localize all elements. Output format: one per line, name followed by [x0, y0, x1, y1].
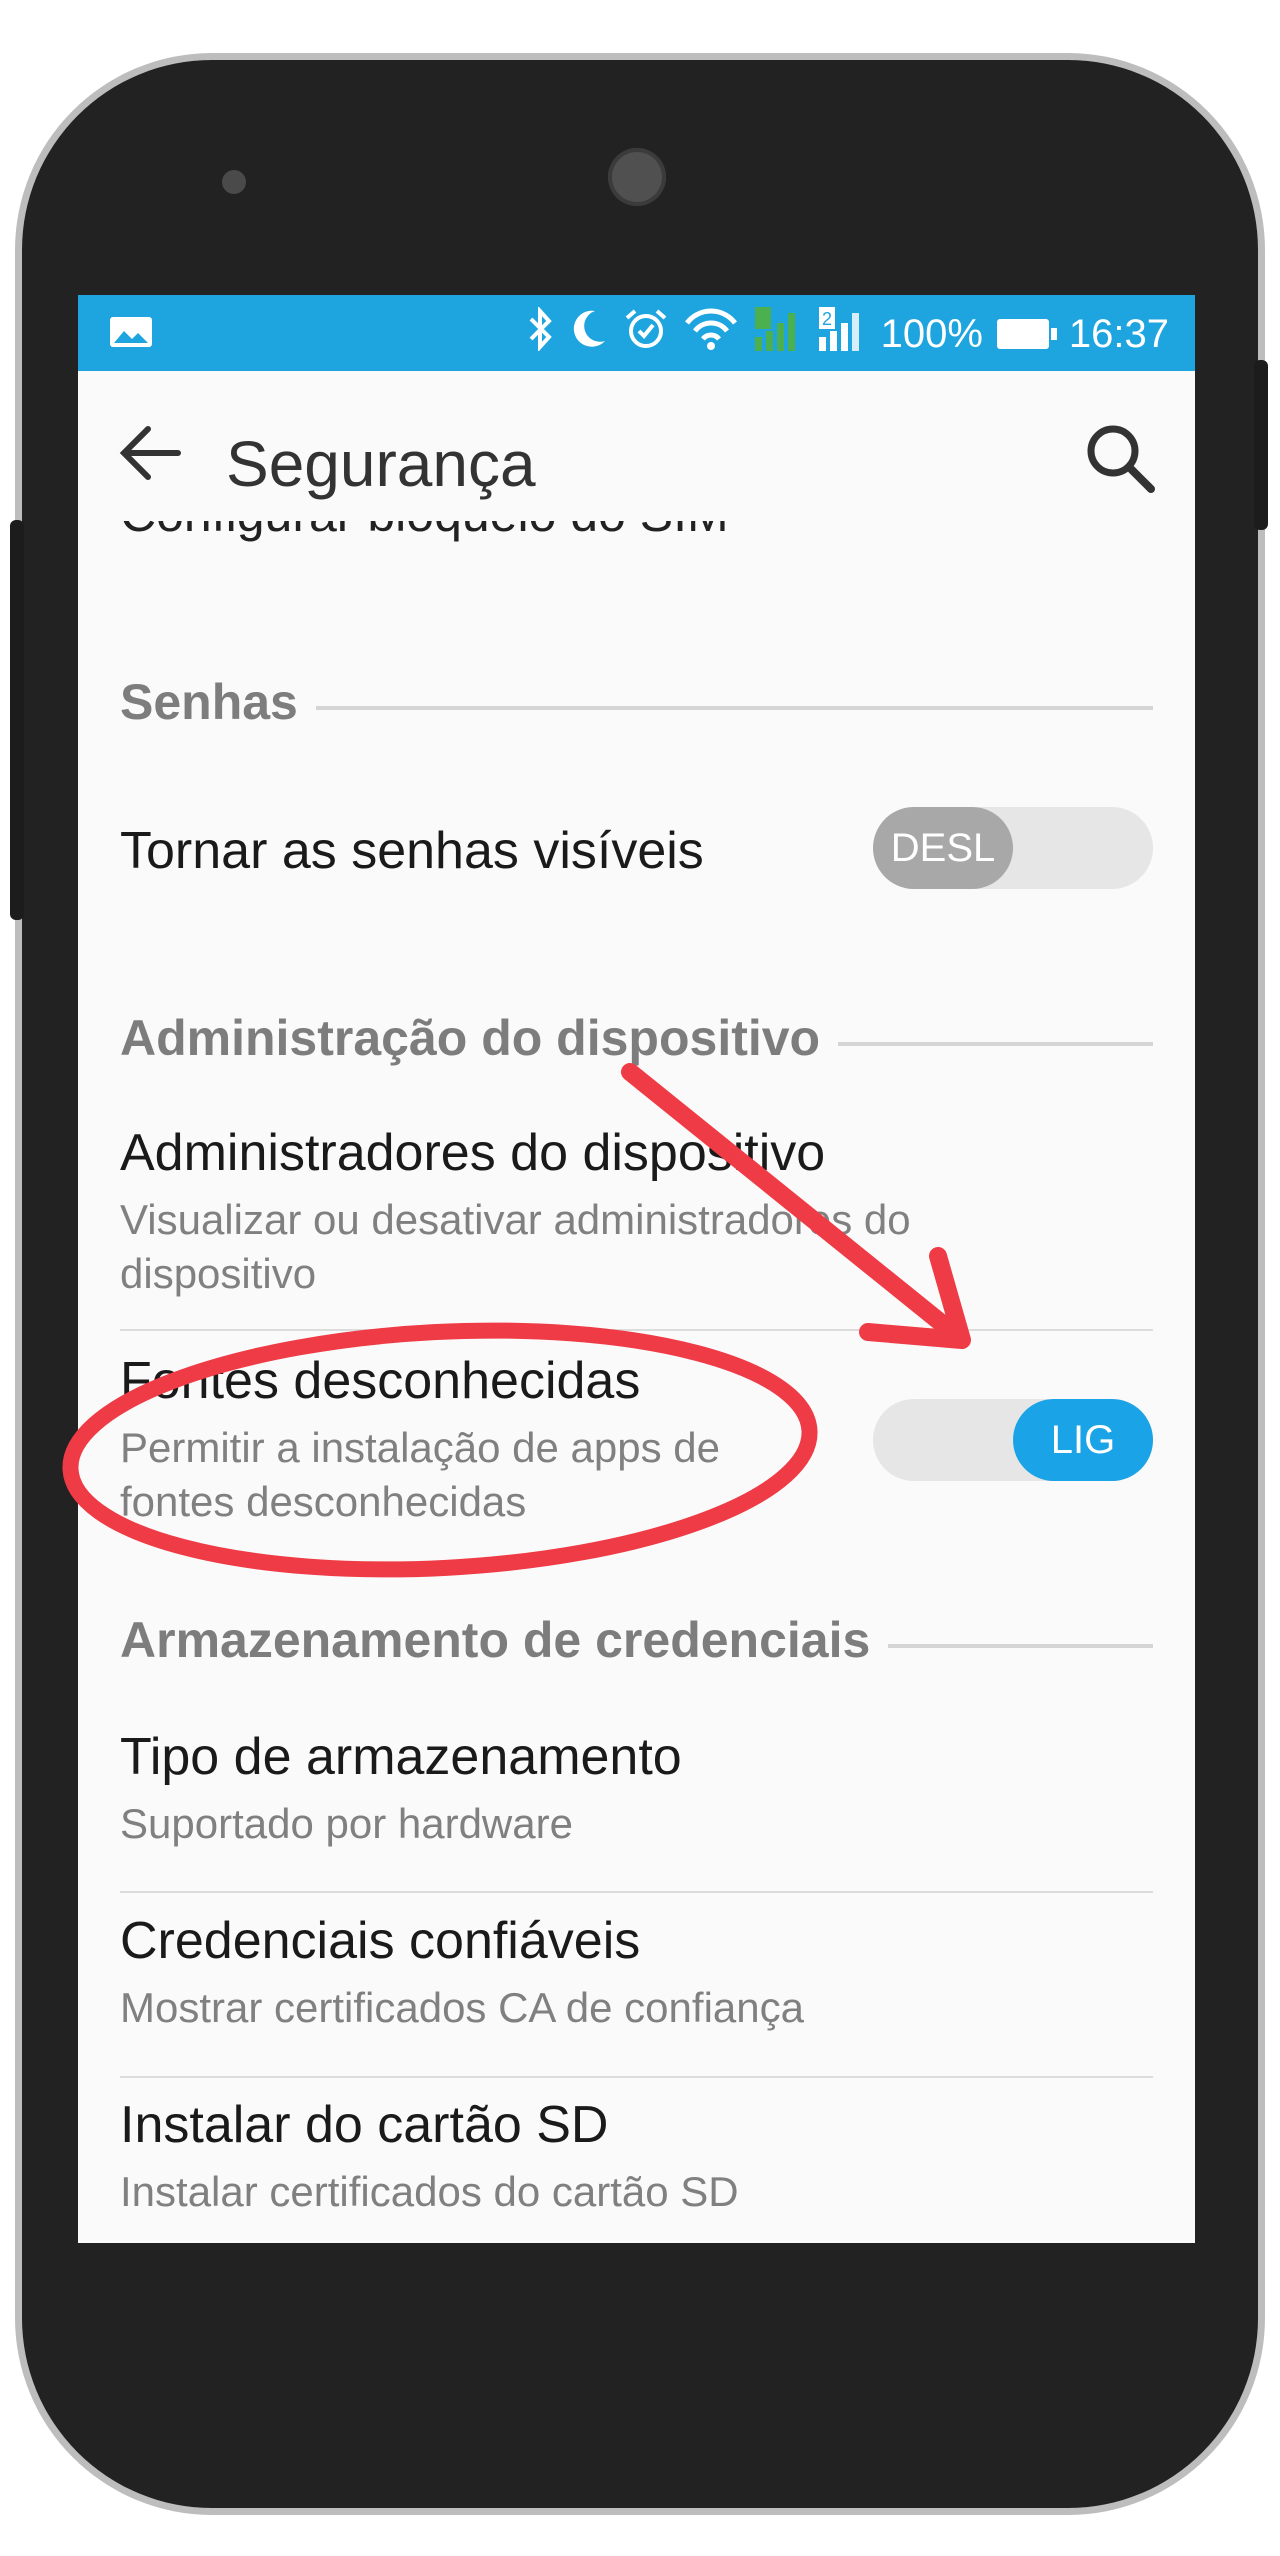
arrow-left-icon[interactable] [118, 421, 182, 490]
unknown-sources-title[interactable]: Fontes desconhecidas [120, 1351, 640, 1411]
install-from-sd-subtitle: Instalar certificados do cartão SD [120, 2168, 739, 2215]
clock: 16:37 [1068, 311, 1169, 356]
list-item-sim-lock[interactable]: Configurar bloqueio do SIM [120, 521, 729, 551]
divider [120, 1891, 1153, 1893]
unknown-sources-subtitle: Permitir a instalação de apps de fontes … [120, 1424, 720, 1525]
page-title: Segurança [226, 428, 536, 500]
battery-icon [996, 319, 1057, 349]
trusted-credentials-subtitle: Mostrar certificados CA de confiança [120, 1984, 804, 2031]
app-bar: Segurança [78, 371, 1195, 521]
install-from-sd-title[interactable]: Instalar do cartão SD [120, 2095, 608, 2155]
bluetooth-icon [525, 305, 555, 361]
wifi-icon [683, 307, 739, 361]
show-passwords-label[interactable]: Tornar as senhas visíveis [120, 821, 704, 881]
show-passwords-toggle[interactable]: DESL [873, 807, 1153, 889]
phone-frame: 2 100% 16:37 Segurança Configurar bloque… [10, 60, 1268, 2508]
storage-type-title[interactable]: Tipo de armazenamento [120, 1727, 682, 1787]
alarm-icon [623, 306, 669, 362]
divider [120, 1329, 1153, 1331]
signal-sim2-icon: 2 [817, 305, 867, 363]
toggle-knob: DESL [873, 807, 1013, 889]
image-notification-icon [108, 313, 154, 361]
search-icon[interactable] [1083, 421, 1157, 500]
front-camera [608, 148, 666, 206]
volume-button [10, 520, 24, 920]
svg-text:2: 2 [822, 309, 832, 329]
battery-percent: 100% [880, 311, 983, 356]
section-header-credential-storage: Armazenamento de credenciais [120, 1611, 1153, 1669]
toggle-knob: LIG [1013, 1399, 1153, 1481]
device-admins-subtitle: Visualizar ou desativar administradores … [120, 1196, 911, 1297]
front-sensor [222, 170, 246, 194]
power-button [1254, 360, 1268, 530]
section-header-device-admin: Administração do dispositivo [120, 1009, 1153, 1067]
trusted-credentials-title[interactable]: Credenciais confiáveis [120, 1911, 640, 1971]
divider [120, 2076, 1153, 2078]
moon-icon [569, 307, 609, 361]
storage-type-subtitle: Suportado por hardware [120, 1800, 573, 1847]
status-bar: 2 100% 16:37 [78, 295, 1195, 371]
unknown-sources-toggle[interactable]: LIG [873, 1399, 1153, 1481]
device-admins-title[interactable]: Administradores do dispositivo [120, 1123, 825, 1183]
section-header-passwords: Senhas [120, 673, 1153, 731]
signal-sim1-icon [753, 305, 803, 363]
screen: 2 100% 16:37 Segurança Configurar bloque… [78, 295, 1195, 2243]
